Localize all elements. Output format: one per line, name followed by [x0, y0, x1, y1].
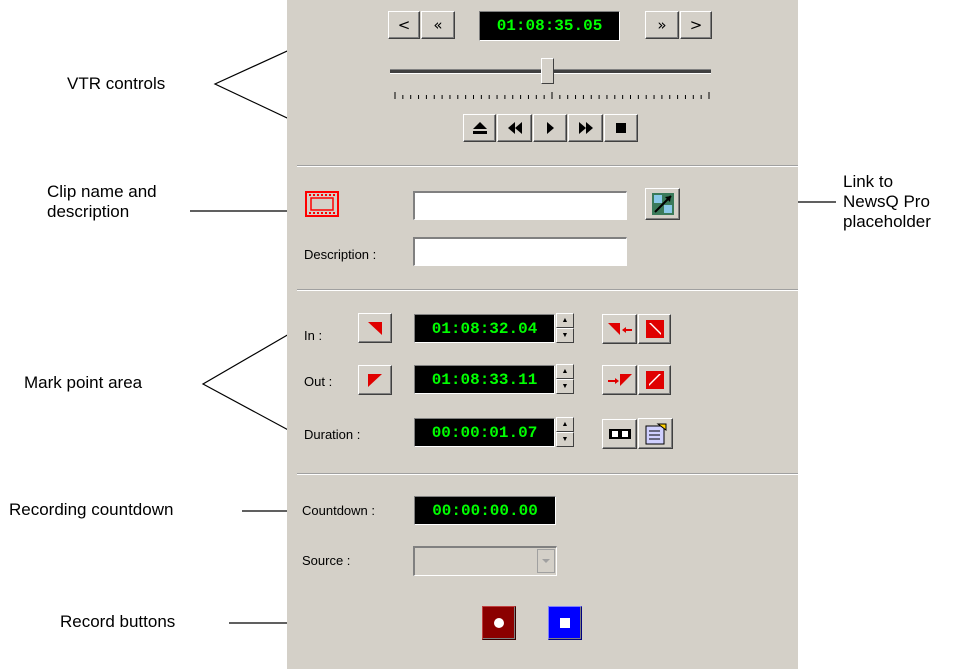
record-button[interactable] [482, 606, 516, 640]
shuttle-slider-thumb[interactable] [540, 58, 554, 84]
fast-forward-icon [578, 122, 593, 134]
go-to-in-button[interactable] [602, 314, 637, 344]
source-dropdown-arrow[interactable] [537, 549, 555, 573]
out-spin-up[interactable]: ▲ [556, 364, 574, 379]
out-label: Out : [304, 374, 333, 389]
callout-recording-countdown: Recording countdown [9, 500, 174, 519]
in-spin-down[interactable]: ▼ [556, 328, 574, 343]
eject-icon [472, 122, 487, 134]
source-select[interactable] [413, 546, 557, 576]
stop-record-icon [560, 618, 570, 628]
clip-segment-button[interactable] [602, 419, 637, 449]
jog-back-button[interactable]: « [421, 11, 455, 39]
duration-label: Duration : [304, 427, 361, 442]
vtr-timecode: 01:08:35.05 [479, 11, 620, 41]
clip-edit-icon [645, 423, 666, 444]
callout-record-buttons: Record buttons [60, 612, 176, 631]
duration-timecode[interactable]: 00:00:01.07 [414, 418, 555, 447]
mark-in-icon [368, 322, 382, 335]
source-label: Source : [302, 553, 351, 568]
stop-record-button[interactable] [548, 606, 582, 640]
callout-vtr-controls: VTR controls [67, 74, 166, 93]
clear-out-icon [645, 371, 664, 389]
separator-3 [297, 473, 798, 475]
go-to-in-icon [607, 323, 632, 335]
callout-clip-name-line1: Clip name and [47, 182, 157, 201]
stop-icon [616, 123, 626, 133]
callout-link-line2: NewsQ Pro [843, 192, 930, 211]
separator-1 [297, 165, 798, 167]
eject-button[interactable] [463, 114, 496, 142]
separator-2 [297, 289, 798, 291]
newsq-link-button[interactable] [645, 188, 680, 220]
clear-in-button[interactable] [638, 314, 671, 344]
chevron-down-icon [542, 559, 550, 563]
clip-name-input[interactable] [413, 191, 627, 220]
out-spinner[interactable]: ▲ ▼ [556, 364, 574, 394]
in-label: In : [304, 328, 323, 343]
shuttle-slider-ticks [394, 92, 710, 99]
rewind-button[interactable] [497, 114, 532, 142]
duration-spinner[interactable]: ▲ ▼ [556, 417, 574, 447]
play-icon [547, 122, 554, 134]
record-icon [494, 618, 504, 628]
in-spinner[interactable]: ▲ ▼ [556, 313, 574, 343]
fast-forward-button[interactable] [568, 114, 603, 142]
countdown-display: 00:00:00.00 [414, 496, 556, 525]
callout-clip-name: Clip name and description [47, 182, 157, 222]
callout-link-line1: Link to [843, 172, 894, 191]
description-label: Description : [304, 247, 377, 262]
callout-link: Link to NewsQ Pro placeholder [843, 172, 931, 232]
in-spin-up[interactable]: ▲ [556, 313, 574, 328]
out-spin-down[interactable]: ▼ [556, 379, 574, 394]
mark-out-icon [368, 374, 382, 387]
description-input[interactable] [413, 237, 627, 266]
play-button[interactable] [533, 114, 567, 142]
go-to-out-icon [607, 374, 632, 386]
mark-callout-line [201, 329, 297, 433]
callout-mark-point: Mark point area [24, 373, 143, 392]
jog-forward-button[interactable]: » [645, 11, 679, 39]
callout-clip-name-line2: description [47, 202, 130, 221]
clear-in-icon [645, 320, 664, 338]
clip-edit-button[interactable] [638, 418, 673, 449]
duration-spin-up[interactable]: ▲ [556, 417, 574, 432]
stop-button[interactable] [604, 114, 638, 142]
mark-out-button[interactable] [358, 365, 392, 395]
go-to-out-button[interactable] [602, 365, 637, 395]
clear-out-button[interactable] [638, 365, 671, 395]
clip-segment-icon [608, 429, 631, 439]
callout-link-line3: placeholder [843, 212, 931, 231]
in-timecode[interactable]: 01:08:32.04 [414, 314, 555, 343]
newsq-link-icon [651, 193, 674, 215]
mark-in-button[interactable] [358, 313, 392, 343]
countdown-label: Countdown : [302, 503, 375, 518]
out-timecode[interactable]: 01:08:33.11 [414, 365, 555, 394]
filmstrip-icon [305, 190, 339, 223]
duration-spin-down[interactable]: ▼ [556, 432, 574, 447]
step-forward-button[interactable]: > [680, 11, 712, 39]
step-back-button[interactable]: < [388, 11, 420, 39]
rewind-icon [507, 122, 522, 134]
